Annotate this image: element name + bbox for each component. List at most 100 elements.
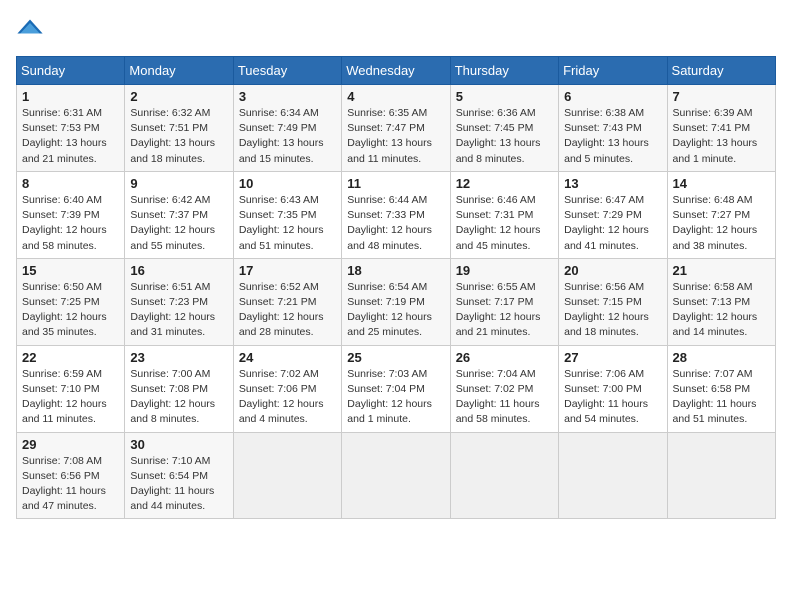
weekday-header-friday: Friday bbox=[559, 57, 667, 85]
calendar-cell: 24 Sunrise: 7:02 AMSunset: 7:06 PMDayligh… bbox=[233, 345, 341, 432]
day-number: 10 bbox=[239, 176, 336, 191]
day-number: 16 bbox=[130, 263, 227, 278]
day-detail: Sunrise: 6:56 AMSunset: 7:15 PMDaylight:… bbox=[564, 281, 649, 339]
calendar-body: 1 Sunrise: 6:31 AMSunset: 7:53 PMDaylight… bbox=[17, 85, 776, 519]
calendar-cell: 1 Sunrise: 6:31 AMSunset: 7:53 PMDaylight… bbox=[17, 85, 125, 172]
calendar-cell: 15 Sunrise: 6:50 AMSunset: 7:25 PMDayligh… bbox=[17, 258, 125, 345]
calendar-cell bbox=[450, 432, 558, 519]
weekday-header-wednesday: Wednesday bbox=[342, 57, 450, 85]
calendar-cell: 14 Sunrise: 6:48 AMSunset: 7:27 PMDayligh… bbox=[667, 171, 775, 258]
day-number: 1 bbox=[22, 89, 119, 104]
day-number: 23 bbox=[130, 350, 227, 365]
calendar-cell: 23 Sunrise: 7:00 AMSunset: 7:08 PMDayligh… bbox=[125, 345, 233, 432]
calendar-table: SundayMondayTuesdayWednesdayThursdayFrid… bbox=[16, 56, 776, 519]
weekday-header-tuesday: Tuesday bbox=[233, 57, 341, 85]
day-detail: Sunrise: 7:02 AMSunset: 7:06 PMDaylight:… bbox=[239, 368, 324, 426]
calendar-cell: 27 Sunrise: 7:06 AMSunset: 7:00 PMDayligh… bbox=[559, 345, 667, 432]
day-number: 26 bbox=[456, 350, 553, 365]
day-number: 12 bbox=[456, 176, 553, 191]
day-detail: Sunrise: 6:31 AMSunset: 7:53 PMDaylight:… bbox=[22, 107, 107, 165]
calendar-week-5: 29 Sunrise: 7:08 AMSunset: 6:56 PMDayligh… bbox=[17, 432, 776, 519]
day-number: 27 bbox=[564, 350, 661, 365]
calendar-week-2: 8Sunrise: 6:40 AMSunset: 7:39 PMDaylight… bbox=[17, 171, 776, 258]
day-number: 30 bbox=[130, 437, 227, 452]
day-detail: Sunrise: 6:48 AMSunset: 7:27 PMDaylight:… bbox=[673, 194, 758, 252]
day-detail: Sunrise: 6:59 AMSunset: 7:10 PMDaylight:… bbox=[22, 368, 107, 426]
weekday-header-saturday: Saturday bbox=[667, 57, 775, 85]
page-header bbox=[16, 16, 776, 44]
day-number: 2 bbox=[130, 89, 227, 104]
calendar-cell: 29 Sunrise: 7:08 AMSunset: 6:56 PMDayligh… bbox=[17, 432, 125, 519]
day-detail: Sunrise: 7:07 AMSunset: 6:58 PMDaylight:… bbox=[673, 368, 757, 426]
calendar-week-3: 15 Sunrise: 6:50 AMSunset: 7:25 PMDayligh… bbox=[17, 258, 776, 345]
day-detail: Sunrise: 7:06 AMSunset: 7:00 PMDaylight:… bbox=[564, 368, 648, 426]
day-detail: Sunrise: 6:38 AMSunset: 7:43 PMDaylight:… bbox=[564, 107, 649, 165]
day-detail: Sunrise: 6:58 AMSunset: 7:13 PMDaylight:… bbox=[673, 281, 758, 339]
day-detail: Sunrise: 6:40 AMSunset: 7:39 PMDaylight:… bbox=[22, 194, 107, 252]
calendar-cell: 20 Sunrise: 6:56 AMSunset: 7:15 PMDayligh… bbox=[559, 258, 667, 345]
calendar-cell: 7 Sunrise: 6:39 AMSunset: 7:41 PMDaylight… bbox=[667, 85, 775, 172]
day-detail: Sunrise: 6:32 AMSunset: 7:51 PMDaylight:… bbox=[130, 107, 215, 165]
logo bbox=[16, 16, 48, 44]
calendar-cell: 11 Sunrise: 6:44 AMSunset: 7:33 PMDayligh… bbox=[342, 171, 450, 258]
day-detail: Sunrise: 7:03 AMSunset: 7:04 PMDaylight:… bbox=[347, 368, 432, 426]
day-detail: Sunrise: 6:51 AMSunset: 7:23 PMDaylight:… bbox=[130, 281, 215, 339]
day-number: 29 bbox=[22, 437, 119, 452]
day-detail: Sunrise: 6:42 AMSunset: 7:37 PMDaylight:… bbox=[130, 194, 215, 252]
calendar-cell: 21 Sunrise: 6:58 AMSunset: 7:13 PMDayligh… bbox=[667, 258, 775, 345]
calendar-week-1: 1 Sunrise: 6:31 AMSunset: 7:53 PMDaylight… bbox=[17, 85, 776, 172]
day-detail: Sunrise: 7:00 AMSunset: 7:08 PMDaylight:… bbox=[130, 368, 215, 426]
weekday-row: SundayMondayTuesdayWednesdayThursdayFrid… bbox=[17, 57, 776, 85]
calendar-cell bbox=[233, 432, 341, 519]
day-number: 21 bbox=[673, 263, 770, 278]
day-detail: Sunrise: 6:50 AMSunset: 7:25 PMDaylight:… bbox=[22, 281, 107, 339]
calendar-cell: 25 Sunrise: 7:03 AMSunset: 7:04 PMDayligh… bbox=[342, 345, 450, 432]
calendar-cell: 6 Sunrise: 6:38 AMSunset: 7:43 PMDaylight… bbox=[559, 85, 667, 172]
calendar-cell: 13 Sunrise: 6:47 AMSunset: 7:29 PMDayligh… bbox=[559, 171, 667, 258]
day-number: 19 bbox=[456, 263, 553, 278]
day-number: 7 bbox=[673, 89, 770, 104]
day-number: 24 bbox=[239, 350, 336, 365]
calendar-cell: 8Sunrise: 6:40 AMSunset: 7:39 PMDaylight… bbox=[17, 171, 125, 258]
calendar-cell: 22 Sunrise: 6:59 AMSunset: 7:10 PMDayligh… bbox=[17, 345, 125, 432]
calendar-cell: 5 Sunrise: 6:36 AMSunset: 7:45 PMDaylight… bbox=[450, 85, 558, 172]
calendar-cell: 9 Sunrise: 6:42 AMSunset: 7:37 PMDaylight… bbox=[125, 171, 233, 258]
day-number: 4 bbox=[347, 89, 444, 104]
calendar-cell: 3Sunrise: 6:34 AMSunset: 7:49 PMDaylight… bbox=[233, 85, 341, 172]
day-number: 11 bbox=[347, 176, 444, 191]
day-detail: Sunrise: 6:52 AMSunset: 7:21 PMDaylight:… bbox=[239, 281, 324, 339]
day-number: 28 bbox=[673, 350, 770, 365]
day-detail: Sunrise: 6:35 AMSunset: 7:47 PMDaylight:… bbox=[347, 107, 432, 165]
day-detail: Sunrise: 7:10 AMSunset: 6:54 PMDaylight:… bbox=[130, 455, 214, 513]
day-detail: Sunrise: 6:34 AMSunset: 7:49 PMDaylight:… bbox=[239, 107, 324, 165]
day-number: 15 bbox=[22, 263, 119, 278]
calendar-cell: 28 Sunrise: 7:07 AMSunset: 6:58 PMDayligh… bbox=[667, 345, 775, 432]
day-number: 6 bbox=[564, 89, 661, 104]
calendar-cell: 16 Sunrise: 6:51 AMSunset: 7:23 PMDayligh… bbox=[125, 258, 233, 345]
calendar-cell: 12 Sunrise: 6:46 AMSunset: 7:31 PMDayligh… bbox=[450, 171, 558, 258]
day-detail: Sunrise: 6:44 AMSunset: 7:33 PMDaylight:… bbox=[347, 194, 432, 252]
day-number: 25 bbox=[347, 350, 444, 365]
day-detail: Sunrise: 6:46 AMSunset: 7:31 PMDaylight:… bbox=[456, 194, 541, 252]
day-detail: Sunrise: 6:36 AMSunset: 7:45 PMDaylight:… bbox=[456, 107, 541, 165]
calendar-cell: 2 Sunrise: 6:32 AMSunset: 7:51 PMDaylight… bbox=[125, 85, 233, 172]
weekday-header-sunday: Sunday bbox=[17, 57, 125, 85]
calendar-cell bbox=[342, 432, 450, 519]
day-detail: Sunrise: 6:39 AMSunset: 7:41 PMDaylight:… bbox=[673, 107, 758, 165]
day-detail: Sunrise: 6:47 AMSunset: 7:29 PMDaylight:… bbox=[564, 194, 649, 252]
day-number: 5 bbox=[456, 89, 553, 104]
day-detail: Sunrise: 7:08 AMSunset: 6:56 PMDaylight:… bbox=[22, 455, 106, 513]
calendar-cell: 18Sunrise: 6:54 AMSunset: 7:19 PMDayligh… bbox=[342, 258, 450, 345]
calendar-cell: 19Sunrise: 6:55 AMSunset: 7:17 PMDayligh… bbox=[450, 258, 558, 345]
calendar-cell: 17Sunrise: 6:52 AMSunset: 7:21 PMDayligh… bbox=[233, 258, 341, 345]
day-number: 20 bbox=[564, 263, 661, 278]
day-number: 14 bbox=[673, 176, 770, 191]
day-number: 9 bbox=[130, 176, 227, 191]
day-detail: Sunrise: 7:04 AMSunset: 7:02 PMDaylight:… bbox=[456, 368, 540, 426]
day-detail: Sunrise: 6:54 AMSunset: 7:19 PMDaylight:… bbox=[347, 281, 432, 339]
day-number: 22 bbox=[22, 350, 119, 365]
calendar-cell: 30 Sunrise: 7:10 AMSunset: 6:54 PMDayligh… bbox=[125, 432, 233, 519]
day-number: 13 bbox=[564, 176, 661, 191]
calendar-cell: 26 Sunrise: 7:04 AMSunset: 7:02 PMDayligh… bbox=[450, 345, 558, 432]
calendar-cell: 4 Sunrise: 6:35 AMSunset: 7:47 PMDaylight… bbox=[342, 85, 450, 172]
